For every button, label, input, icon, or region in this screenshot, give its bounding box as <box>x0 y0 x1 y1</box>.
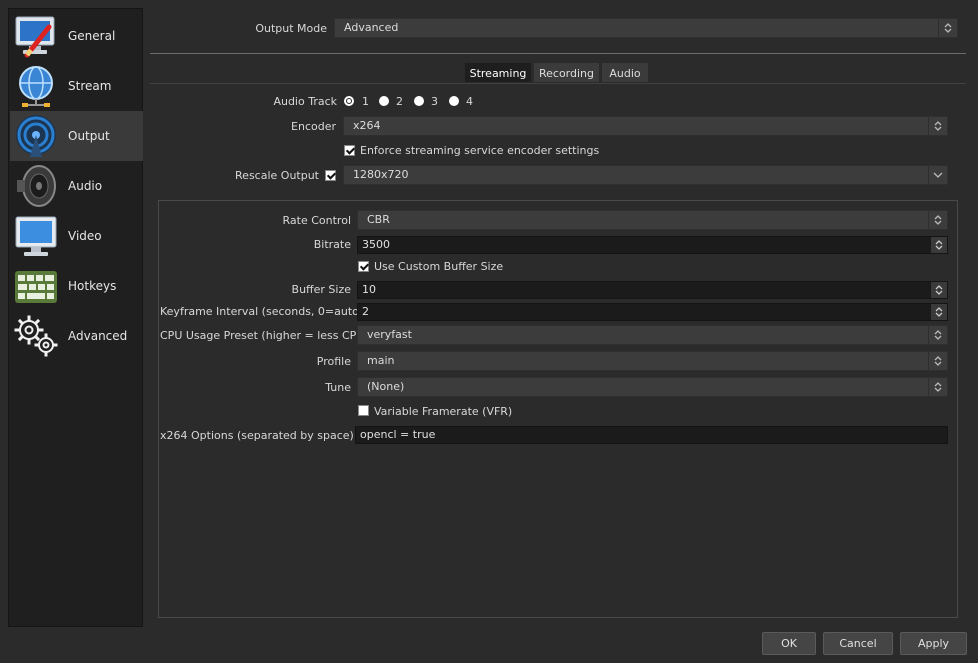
sidebar-item-video[interactable]: Video <box>10 211 143 261</box>
broadcast-antenna-icon <box>12 112 60 160</box>
updown-arrows-icon <box>928 352 947 370</box>
monitor-icon <box>12 212 60 260</box>
sidebar-item-label: Advanced <box>68 329 128 343</box>
audio-track-option-label: 2 <box>396 95 403 108</box>
buffer-size-value: 10 <box>362 283 376 296</box>
tune-value: (None) <box>367 380 405 393</box>
gears-icon <box>12 312 60 360</box>
audio-track-option-label: 3 <box>431 95 438 108</box>
vfr-label: Variable Framerate (VFR) <box>374 405 513 418</box>
updown-arrows-icon <box>928 378 947 396</box>
audio-track-option-label: 4 <box>466 95 473 108</box>
monitor-pencil-icon <box>12 12 60 60</box>
encoder-select[interactable]: x264 <box>343 116 948 136</box>
sidebar-item-advanced[interactable]: Advanced <box>10 311 143 361</box>
cpu-preset-select[interactable]: veryfast <box>357 325 948 345</box>
chevron-down-icon <box>928 166 947 184</box>
encoder-label: Encoder <box>291 120 336 133</box>
tab-recording[interactable]: Recording <box>533 62 600 83</box>
apply-button[interactable]: Apply <box>900 632 967 655</box>
audio-track-radio-3[interactable] <box>414 96 424 106</box>
sidebar-item-hotkeys[interactable]: Hotkeys <box>10 261 143 311</box>
vfr-checkbox[interactable] <box>358 405 369 416</box>
bitrate-label: Bitrate <box>313 238 351 251</box>
speaker-icon <box>12 162 60 210</box>
keyboard-icon <box>12 262 60 310</box>
encoder-settings-panel <box>158 200 958 618</box>
rate-control-select[interactable]: CBR <box>357 210 948 230</box>
rescale-select[interactable]: 1280x720 <box>343 165 948 185</box>
globe-network-icon <box>12 62 60 110</box>
custom-buffer-label: Use Custom Buffer Size <box>374 260 504 273</box>
rescale-label: Rescale Output <box>235 169 319 182</box>
tab-underline <box>150 83 966 84</box>
custom-buffer-checkbox[interactable] <box>358 261 369 272</box>
audio-track-option-label: 1 <box>362 95 369 108</box>
ok-button[interactable]: OK <box>762 632 816 655</box>
profile-value: main <box>367 354 395 367</box>
spin-arrows-icon[interactable] <box>931 282 947 298</box>
tune-label: Tune <box>325 381 351 394</box>
tab-audio[interactable]: Audio <box>601 62 649 83</box>
separator <box>150 53 966 54</box>
buffer-size-input[interactable]: 10 <box>357 281 948 299</box>
rate-control-label: Rate Control <box>282 214 351 227</box>
tab-streaming[interactable]: Streaming <box>464 62 532 83</box>
audio-track-radio-1[interactable] <box>344 96 354 106</box>
cpu-preset-value: veryfast <box>367 328 412 341</box>
audio-track-radio-4[interactable] <box>449 96 459 106</box>
updown-arrows-icon <box>928 211 947 229</box>
sidebar-item-label: Hotkeys <box>68 279 117 293</box>
sidebar-item-label: Video <box>68 229 102 243</box>
settings-sidebar: General Stream Output Audio Video Hotkey… <box>8 8 143 627</box>
spin-arrows-icon[interactable] <box>931 304 947 320</box>
updown-arrows-icon <box>928 117 947 135</box>
sidebar-item-stream[interactable]: Stream <box>10 61 143 111</box>
x264-options-value: opencl = true <box>360 428 436 441</box>
sidebar-item-label: Stream <box>68 79 112 93</box>
cancel-button[interactable]: Cancel <box>823 632 893 655</box>
sidebar-item-general[interactable]: General <box>10 11 143 61</box>
updown-arrows-icon <box>938 19 957 37</box>
sidebar-item-audio[interactable]: Audio <box>10 161 143 211</box>
sidebar-item-label: General <box>68 29 116 43</box>
bitrate-value: 3500 <box>362 238 390 251</box>
rate-control-value: CBR <box>367 213 390 226</box>
audio-track-radio-2[interactable] <box>379 96 389 106</box>
buffer-size-label: Buffer Size <box>291 283 351 296</box>
sidebar-item-label: Audio <box>68 179 103 193</box>
rescale-checkbox[interactable] <box>325 170 336 181</box>
x264-options-input[interactable]: opencl = true <box>355 426 948 444</box>
tune-select[interactable]: (None) <box>357 377 948 397</box>
output-mode-label: Output Mode <box>255 22 327 35</box>
bitrate-input[interactable]: 3500 <box>357 236 948 254</box>
output-mode-select[interactable]: Advanced <box>334 18 958 38</box>
profile-label: Profile <box>316 355 351 368</box>
keyframe-value: 2 <box>362 305 369 318</box>
sidebar-item-output[interactable]: Output <box>10 111 143 161</box>
profile-select[interactable]: main <box>357 351 948 371</box>
keyframe-input[interactable]: 2 <box>357 303 948 321</box>
rescale-value: 1280x720 <box>353 168 409 181</box>
updown-arrows-icon <box>928 326 947 344</box>
audio-track-label: Audio Track <box>273 95 337 108</box>
enforce-label: Enforce streaming service encoder settin… <box>360 144 600 157</box>
sidebar-item-label: Output <box>68 129 110 143</box>
spin-arrows-icon[interactable] <box>931 237 947 253</box>
x264-options-label: x264 Options (separated by space) <box>160 429 354 442</box>
output-mode-value: Advanced <box>344 21 399 34</box>
keyframe-label: Keyframe Interval (seconds, 0=auto) <box>160 305 364 318</box>
encoder-value: x264 <box>353 119 381 132</box>
enforce-checkbox[interactable] <box>344 145 355 156</box>
cpu-preset-label: CPU Usage Preset (higher = less CPU) <box>160 329 369 342</box>
